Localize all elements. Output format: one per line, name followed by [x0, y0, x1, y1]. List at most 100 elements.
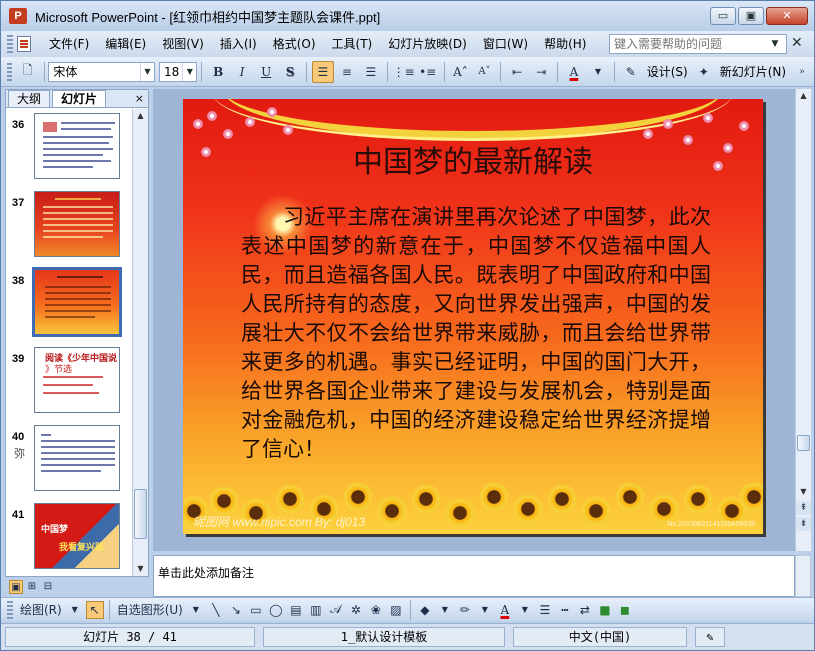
document-icon[interactable]	[17, 36, 31, 52]
oval-tool-icon[interactable]: ◯	[267, 601, 285, 619]
notes-scrollbar[interactable]	[795, 555, 811, 597]
rectangle-tool-icon[interactable]: ▭	[247, 601, 265, 619]
menu-help[interactable]: 帮助(H)	[536, 33, 594, 55]
new-slide-button[interactable]: 新幻灯片(N)	[716, 63, 790, 80]
shadow-style-icon[interactable]: ■	[596, 601, 614, 619]
autoshapes-menu-button[interactable]: 自选图形(U)	[115, 601, 185, 619]
toolbar-options-icon[interactable]: »	[791, 61, 813, 83]
chevron-down-icon[interactable]: ▼	[182, 62, 196, 81]
slide-thumbnail[interactable]	[34, 425, 120, 491]
increase-indent-icon[interactable]: ⇥	[530, 61, 552, 83]
scroll-up-icon[interactable]: ▲	[133, 109, 148, 123]
chevron-down-icon[interactable]: ▼	[476, 601, 494, 619]
underline-button[interactable]: U	[255, 61, 277, 83]
line-style-icon[interactable]: ☰	[536, 601, 554, 619]
font-color-button[interactable]: A	[563, 61, 585, 83]
menu-window[interactable]: 窗口(W)	[475, 33, 536, 55]
shadow-button[interactable]: S	[279, 61, 301, 83]
toolbar-grip[interactable]	[7, 62, 12, 81]
line-color-icon[interactable]: ✏	[456, 601, 474, 619]
slide-thumbnail-row[interactable]: 36	[6, 113, 132, 183]
tab-outline[interactable]: 大纲	[8, 90, 51, 107]
increase-font-size-button[interactable]: A˄	[449, 61, 471, 83]
scroll-down-icon[interactable]: ▼	[796, 485, 811, 499]
bold-button[interactable]: B	[207, 61, 229, 83]
dash-style-icon[interactable]: ┅	[556, 601, 574, 619]
text-color-button[interactable]: A	[496, 601, 514, 619]
tab-slides[interactable]: 幻灯片	[52, 90, 107, 107]
chevron-down-icon[interactable]: ▼	[516, 601, 534, 619]
arrow-tool-icon[interactable]: ↘	[227, 601, 245, 619]
textbox-tool-icon[interactable]: ▤	[287, 601, 305, 619]
select-pointer-icon[interactable]: ↖	[85, 600, 104, 619]
minimize-button[interactable]: ▭	[710, 7, 736, 25]
powerpoint-app-icon[interactable]: P	[9, 8, 27, 24]
align-right-icon[interactable]: ☰	[360, 61, 382, 83]
spellcheck-icon[interactable]: ✎	[695, 627, 725, 647]
normal-view-icon[interactable]: ▣	[9, 580, 23, 594]
bullet-list-icon[interactable]: •≡	[417, 61, 439, 83]
line-tool-icon[interactable]: ╲	[207, 601, 225, 619]
chevron-down-icon[interactable]: ▼	[66, 601, 84, 619]
picture-icon[interactable]: ▨	[387, 601, 405, 619]
restore-button[interactable]: ▣	[738, 7, 764, 25]
align-center-icon[interactable]: ≡	[336, 61, 358, 83]
new-document-icon[interactable]: 🗋	[17, 61, 39, 83]
previous-slide-icon[interactable]: ⇞	[796, 501, 811, 515]
slide-thumbnail-row[interactable]: 40 弥	[6, 425, 132, 495]
slide-thumbnail-current[interactable]	[32, 267, 122, 337]
scrollbar-thumb[interactable]	[134, 489, 147, 539]
vertical-textbox-icon[interactable]: ▥	[307, 601, 325, 619]
slide-sorter-view-icon[interactable]: ⊞	[25, 580, 39, 594]
toolbar-grip[interactable]	[7, 600, 13, 619]
scroll-down-icon[interactable]: ▼	[133, 562, 148, 576]
arrow-style-icon[interactable]: ⇄	[576, 601, 594, 619]
help-search-input[interactable]	[610, 35, 766, 53]
clipart-icon[interactable]: ❀	[367, 601, 385, 619]
slide-thumbnail[interactable]: 中国梦 我看复兴路	[34, 503, 120, 569]
menu-insert[interactable]: 插入(I)	[212, 33, 265, 55]
slide-thumbnail-row[interactable]: 37	[6, 191, 132, 261]
fill-color-icon[interactable]: ◆	[416, 601, 434, 619]
help-dropdown-icon[interactable]: ▼	[766, 39, 784, 49]
scroll-up-icon[interactable]: ▲	[796, 89, 811, 103]
3d-style-icon[interactable]: ◼	[616, 601, 634, 619]
slide-thumbnail-row[interactable]: 41 中国梦 我看复兴路	[6, 503, 132, 573]
notes-pane[interactable]: 单击此处添加备注	[153, 555, 795, 597]
slide-thumbnail[interactable]: 阅读《少年中国说 》节选	[34, 347, 120, 413]
draw-menu-button[interactable]: 绘图(R)	[18, 601, 64, 619]
menu-view[interactable]: 视图(V)	[154, 33, 212, 55]
slide-title[interactable]: 中国梦的最新解读	[183, 137, 763, 181]
italic-button[interactable]: I	[231, 61, 253, 83]
slide-thumbnail-row-selected[interactable]: 38	[6, 267, 132, 339]
toolbar-grip[interactable]	[7, 35, 13, 53]
close-window-button[interactable]: ✕	[766, 7, 808, 25]
font-size-select[interactable]: 18 ▼	[158, 61, 198, 82]
align-left-icon[interactable]: ☰	[311, 60, 334, 83]
chevron-down-icon[interactable]: ▼	[436, 601, 454, 619]
menu-slideshow[interactable]: 幻灯片放映(D)	[380, 33, 475, 55]
font-name-select[interactable]: 宋体 ▼	[48, 61, 155, 82]
slide-scrollbar[interactable]: ▲ ▼ ⇞ ⇟	[795, 89, 811, 551]
menu-file[interactable]: 文件(F)	[41, 33, 97, 55]
decrease-font-size-button[interactable]: A˅	[473, 61, 495, 83]
close-panel-icon[interactable]: ×	[135, 91, 144, 107]
font-color-dropdown-icon[interactable]: ▼	[587, 61, 609, 83]
scrollbar-thumb[interactable]	[797, 435, 810, 451]
slide-thumbnail[interactable]	[34, 113, 120, 179]
chevron-down-icon[interactable]: ▼	[187, 601, 205, 619]
menu-edit[interactable]: 编辑(E)	[97, 33, 154, 55]
menu-tools[interactable]: 工具(T)	[324, 33, 381, 55]
design-template-name[interactable]: 1_默认设计模板	[263, 627, 505, 647]
close-document-button[interactable]: ✕	[791, 35, 803, 51]
slide-thumbnail[interactable]	[34, 191, 120, 257]
next-slide-icon[interactable]: ⇟	[796, 517, 811, 531]
slide-thumbnail-row[interactable]: 39 阅读《少年中国说 》节选	[6, 347, 132, 417]
design-button[interactable]: 设计(S)	[643, 63, 692, 80]
numbered-list-icon[interactable]: ⋮≡	[393, 61, 415, 83]
slideshow-view-icon[interactable]: ⊟	[41, 580, 55, 594]
menu-format[interactable]: 格式(O)	[265, 33, 324, 55]
diagram-icon[interactable]: ✲	[347, 601, 365, 619]
slide-body-text[interactable]: 习近平主席在演讲里再次论述了中国梦，此次表述中国梦的新意在于，中国梦不仅造福中国…	[241, 203, 711, 464]
current-slide[interactable]: 中国梦的最新解读 习近平主席在演讲里再次论述了中国梦，此次表述中国梦的新意在于，…	[183, 99, 763, 534]
